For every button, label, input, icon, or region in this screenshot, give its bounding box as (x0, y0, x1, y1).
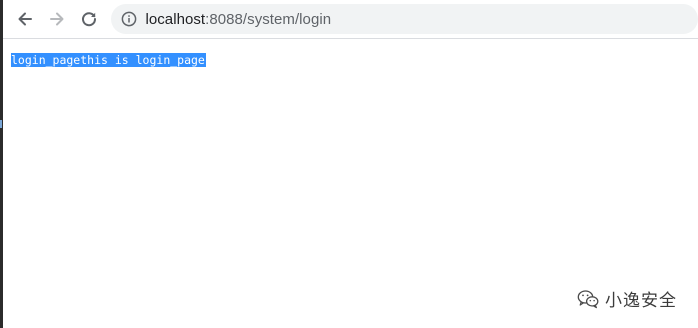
left-window-edge (0, 0, 3, 328)
back-arrow-icon (18, 12, 32, 26)
selected-body-text: login_pagethis is login_page (11, 53, 206, 67)
watermark: 小逸安全 (577, 286, 677, 311)
reload-icon (81, 12, 96, 27)
browser-toolbar: localhost:8088/system/login (3, 0, 698, 39)
watermark-text: 小逸安全 (605, 291, 677, 311)
wechat-icon (577, 289, 599, 308)
info-icon[interactable] (120, 10, 138, 28)
address-bar[interactable]: localhost:8088/system/login (111, 4, 698, 34)
page-content: login_pagethis is login_page (11, 53, 206, 67)
forward-button[interactable] (42, 4, 72, 34)
browser-window: localhost:8088/system/login login_pageth… (0, 0, 698, 328)
url-path: :8088/system/login (205, 10, 332, 28)
left-edge-marker (0, 120, 2, 128)
reload-button[interactable] (74, 4, 104, 34)
forward-arrow-icon (49, 12, 64, 26)
url-text[interactable]: localhost:8088/system/login (145, 11, 331, 28)
back-button[interactable] (10, 4, 40, 34)
url-host: localhost (145, 10, 206, 28)
